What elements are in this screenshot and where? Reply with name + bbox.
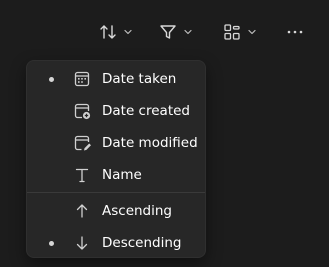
toolbar	[0, 0, 329, 62]
sort-button[interactable]	[98, 18, 134, 46]
text-t-icon	[75, 168, 89, 183]
menu-item-descending[interactable]: Descending	[27, 227, 205, 259]
menu-item-date-taken[interactable]: Date taken	[27, 63, 205, 95]
chevron-down-icon	[124, 29, 132, 35]
calendar-edit-icon	[74, 135, 91, 151]
sort-arrows-icon	[100, 25, 116, 39]
selected-indicator-dot	[49, 241, 54, 246]
selected-indicator-dot	[49, 77, 54, 82]
menu-item-date-modified[interactable]: Date modified	[27, 127, 205, 159]
calendar-add-icon	[74, 103, 91, 120]
chevron-down-icon	[184, 29, 192, 35]
arrow-down-icon	[76, 236, 88, 250]
arrow-up-icon	[76, 204, 88, 218]
menu-item-date-created[interactable]: Date created	[27, 95, 205, 127]
menu-item-label: Ascending	[102, 203, 172, 219]
menu-item-ascending[interactable]: Ascending	[27, 195, 205, 227]
sort-menu: Date taken Date created Date modified Na…	[26, 60, 206, 258]
menu-divider	[27, 192, 205, 193]
menu-item-label: Date taken	[102, 71, 177, 87]
more-horizontal-icon	[287, 30, 303, 34]
chevron-down-icon	[248, 29, 256, 35]
menu-item-label: Date created	[102, 103, 190, 119]
more-options-button[interactable]	[285, 18, 305, 46]
menu-item-label: Name	[102, 167, 142, 183]
menu-item-label: Date modified	[102, 135, 198, 151]
filter-button[interactable]	[158, 18, 194, 46]
grid-layout-icon	[224, 24, 240, 40]
calendar-icon	[74, 71, 90, 87]
menu-item-name[interactable]: Name	[27, 159, 205, 191]
view-button[interactable]	[222, 18, 258, 46]
funnel-icon	[160, 25, 176, 39]
menu-item-label: Descending	[102, 235, 182, 251]
